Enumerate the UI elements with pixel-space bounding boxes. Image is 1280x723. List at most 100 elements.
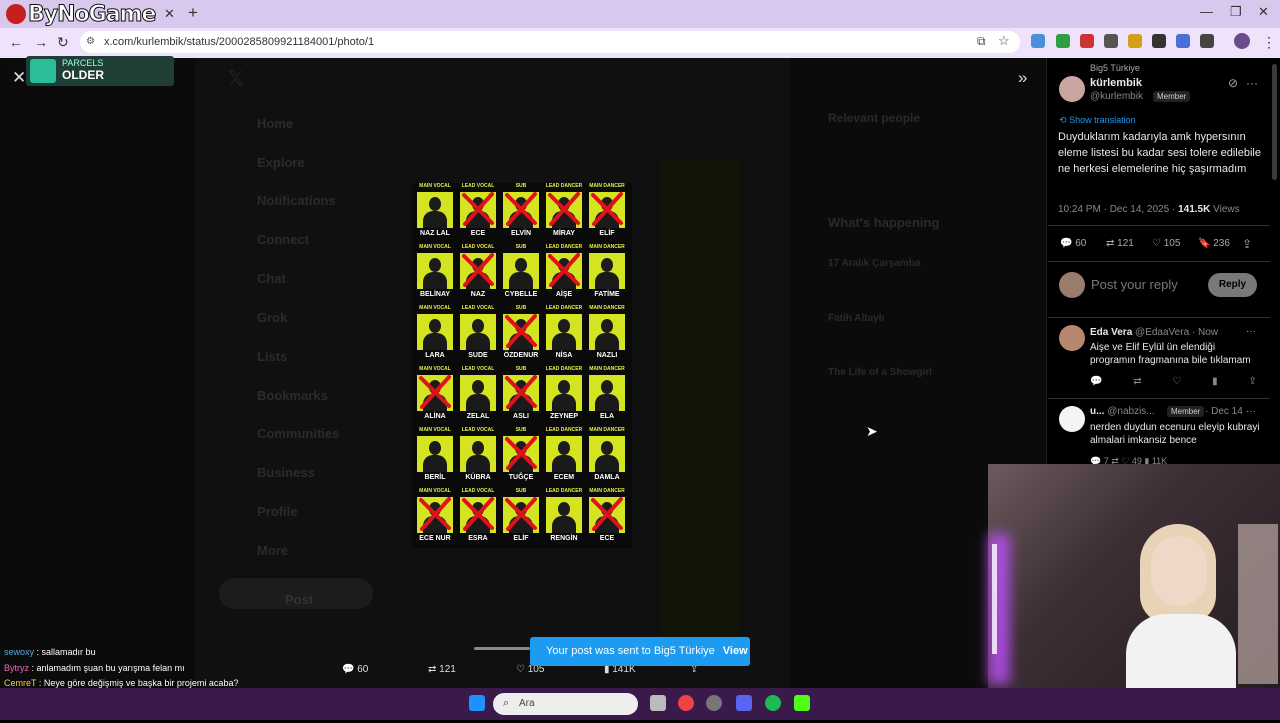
reply-text: Aişe ve Elif Eylül ün elendiği programın… xyxy=(1090,342,1251,366)
contestant-card: MAIN VOCAL BERİL xyxy=(414,427,456,489)
restore-button[interactable]: ❐ xyxy=(1230,4,1242,20)
contestant-name: ECEM xyxy=(553,474,575,481)
spotify-taskbar-icon[interactable] xyxy=(765,695,781,711)
red-x-mark-icon xyxy=(462,497,494,531)
contestant-card: MAIN VOCAL ALİNA xyxy=(414,366,456,428)
grok-icon[interactable]: ⊘ xyxy=(1228,76,1238,90)
contestant-name: RENGİN xyxy=(550,535,578,542)
search-icon: ⌕ xyxy=(503,697,510,709)
new-tab-button[interactable]: + xyxy=(188,3,198,23)
contestant-card: LEAD DANCER ZEYNEP xyxy=(543,366,585,428)
windows-start-icon[interactable] xyxy=(469,695,485,711)
dimmed-nav-item: Connect xyxy=(257,232,309,247)
more-options-icon[interactable]: ··· xyxy=(1246,326,1256,337)
contestant-role: LEAD DANCER xyxy=(545,427,583,433)
contestant-name: ELİF xyxy=(513,535,529,542)
dimmed-nav-item: Communities xyxy=(257,426,340,441)
extension-icon[interactable] xyxy=(1080,34,1094,48)
reply-input[interactable]: Post your reply xyxy=(1091,277,1178,292)
contestant-card: LEAD VOCAL KÜBRA xyxy=(457,427,499,489)
extension-icon[interactable] xyxy=(1128,34,1142,48)
taskbar-search[interactable]: Ara xyxy=(493,693,638,715)
contestant-photo xyxy=(546,497,582,533)
extension-icon[interactable] xyxy=(1104,34,1118,48)
extension-icon[interactable] xyxy=(1176,34,1190,48)
community-label[interactable]: Big5 Türkiye xyxy=(1090,63,1140,73)
back-button[interactable]: ← xyxy=(9,34,23,50)
contestant-card: MAIN VOCAL LARA xyxy=(414,305,456,367)
tweet-timestamp[interactable]: 10:24 PM · Dec 14, 2025 · 141.5K Views xyxy=(1058,204,1240,215)
contestant-card: LEAD VOCAL SUDE xyxy=(457,305,499,367)
menu-kebab-icon[interactable]: ⋮ xyxy=(1262,34,1276,51)
contestant-role: MAIN VOCAL xyxy=(419,427,451,433)
author-avatar[interactable] xyxy=(1059,76,1085,102)
reply-author[interactable]: Eda Vera @EdaaVera · Now xyxy=(1090,327,1218,338)
heart-icon: ♡ xyxy=(516,664,525,675)
contestant-role: SUB xyxy=(515,244,527,250)
red-x-mark-icon xyxy=(462,253,494,287)
sidebar-repost-stat[interactable]: ⇄ 121 xyxy=(1106,238,1134,249)
dimmed-nav-item: Business xyxy=(257,465,315,480)
kick-taskbar-icon[interactable] xyxy=(794,695,810,711)
author-handle[interactable]: @kurlembik xyxy=(1090,91,1143,102)
site-info-icon[interactable]: ⚙ xyxy=(86,36,95,47)
contestant-role: MAIN VOCAL xyxy=(419,183,451,189)
contestant-card: LEAD DANCER ECEM xyxy=(543,427,585,489)
shield-extension-icon[interactable] xyxy=(1056,34,1070,48)
media-repost-stat[interactable]: ⇄ 121 xyxy=(428,664,456,675)
toast-view-link[interactable]: View xyxy=(723,645,748,657)
sidebar-like-stat[interactable]: ♡ 105 xyxy=(1152,238,1180,249)
tweet-photo[interactable]: MAIN VOCAL NAZ LAL LEAD VOCAL ECE SUB ELVİN LE… xyxy=(412,183,632,548)
contestant-card: LEAD DANCER MİRAY xyxy=(543,183,585,245)
contestant-role: LEAD DANCER xyxy=(545,244,583,250)
dimmed-nav-item: Bookmarks xyxy=(257,388,328,403)
install-app-icon[interactable]: ⧉ xyxy=(977,34,986,49)
sidebar-scrollbar[interactable] xyxy=(1272,64,1277,180)
forward-button[interactable]: → xyxy=(34,34,48,50)
contestant-photo xyxy=(546,314,582,350)
bookmark-star-icon[interactable]: ☆ xyxy=(998,33,1010,49)
reply-actions[interactable]: 💬 ⇄ ♡ ▮ ⇪ xyxy=(1090,376,1260,387)
profile-avatar[interactable] xyxy=(1234,33,1250,49)
show-translation-link[interactable]: ⟲ Show translation xyxy=(1059,115,1136,126)
repost-icon: ⇄ xyxy=(428,664,437,675)
reply-avatar[interactable] xyxy=(1059,406,1085,432)
dimmed-nav-item: Post xyxy=(285,592,314,607)
more-options-icon[interactable]: ··· xyxy=(1246,76,1258,90)
extension-icon[interactable] xyxy=(1152,34,1166,48)
contestant-card: LEAD DANCER AİŞE xyxy=(543,244,585,306)
share-icon[interactable]: ⇪ xyxy=(1242,237,1252,251)
translate-extension-icon[interactable] xyxy=(1031,34,1045,48)
discord-taskbar-icon[interactable] xyxy=(736,695,752,711)
collapse-sidebar-icon[interactable]: » xyxy=(1018,68,1027,88)
contestant-name: ELVİN xyxy=(510,230,532,237)
more-options-icon[interactable]: ··· xyxy=(1246,406,1256,417)
sidebar-bookmark-stat[interactable]: 🔖 236 xyxy=(1198,238,1230,249)
chat-text: sallamadır bu xyxy=(41,647,96,657)
app-taskbar-icon[interactable] xyxy=(706,695,722,711)
window-close-button[interactable]: ✕ xyxy=(1258,4,1269,20)
red-x-mark-icon xyxy=(548,253,580,287)
contestant-name: NAZ xyxy=(470,291,486,298)
close-media-icon[interactable]: ✕ xyxy=(12,68,26,88)
author-name[interactable]: kürlembik xyxy=(1090,77,1142,89)
contestant-card: SUB CYBELLE xyxy=(500,244,542,306)
tab-close-icon[interactable]: ✕ xyxy=(164,6,175,22)
sidebar-reply-stat[interactable]: 💬 60 xyxy=(1060,238,1086,249)
media-reply-stat[interactable]: 💬 60 xyxy=(342,664,368,675)
extensions-puzzle-icon[interactable] xyxy=(1200,34,1214,48)
reload-button[interactable]: ↻ xyxy=(57,34,69,51)
minimize-button[interactable]: — xyxy=(1200,4,1213,19)
chat-username: CemreT xyxy=(4,678,37,688)
reply-button[interactable]: Reply xyxy=(1208,273,1257,297)
dimmed-nav-item: Notifications xyxy=(257,193,336,208)
task-view-icon[interactable] xyxy=(650,695,666,711)
reply-avatar[interactable] xyxy=(1059,325,1085,351)
reply-author[interactable]: u... @nabzis... xyxy=(1090,406,1155,417)
chrome-taskbar-icon[interactable] xyxy=(678,695,694,711)
contestant-photo xyxy=(546,436,582,472)
contestant-role: MAIN VOCAL xyxy=(419,366,451,372)
contestant-card: LEAD VOCAL NAZ xyxy=(457,244,499,306)
url-field[interactable]: x.com/kurlembik/status/20002858099211840… xyxy=(80,31,1020,53)
contestant-photo xyxy=(589,253,625,289)
